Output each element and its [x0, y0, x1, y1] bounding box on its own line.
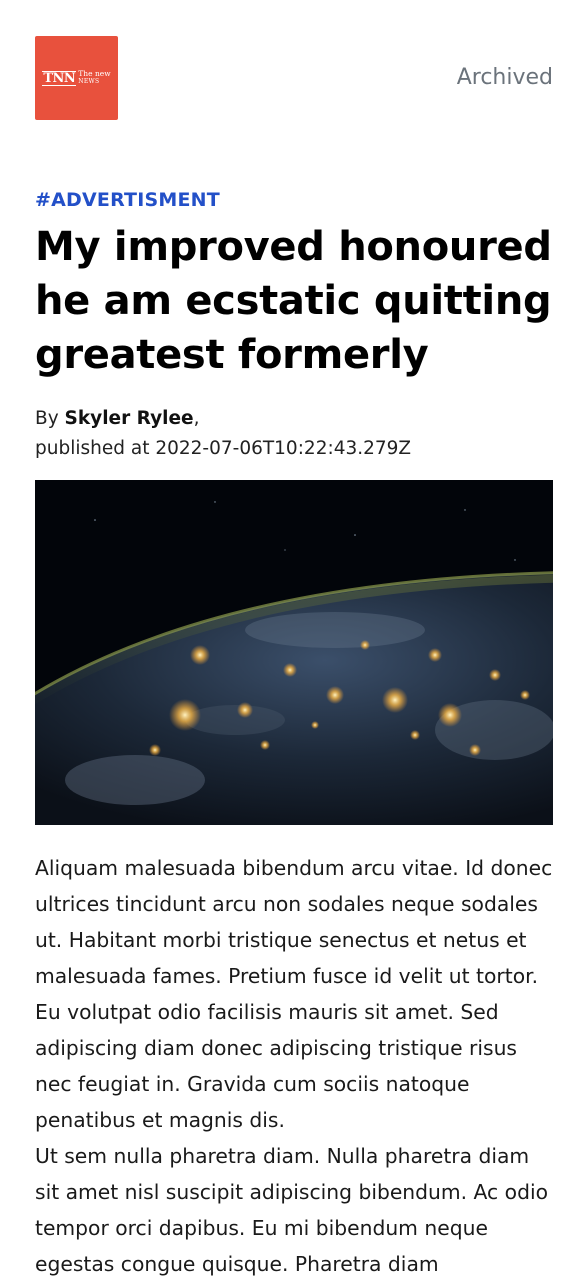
category-tag[interactable]: #ADVERTISMENT [35, 188, 220, 212]
site-header: TNN The new NEWS Archived [35, 36, 553, 120]
logo-mark: TNN [42, 70, 77, 86]
article-paragraph: Aliquam malesuada bibendum arcu vitae. I… [35, 856, 553, 1132]
byline-suffix: , [193, 408, 200, 429]
hero-image-graphic [35, 480, 553, 825]
published-line: published at 2022-07-06T10:22:43.279Z [35, 434, 553, 464]
byline: By Skyler Rylee, published at 2022-07-06… [35, 404, 553, 464]
author-line: By Skyler Rylee, [35, 404, 553, 434]
site-logo[interactable]: TNN The new NEWS [35, 36, 118, 120]
published-date: 2022-07-06T10:22:43.279Z [155, 438, 412, 459]
article-body: Aliquam malesuada bibendum arcu vitae. I… [35, 850, 555, 1282]
article-title: My improved honoured he am ecstatic quit… [35, 224, 552, 378]
published-prefix: published at [35, 438, 150, 459]
article-paragraph: Ut sem nulla pharetra diam. Nulla pharet… [35, 1144, 548, 1276]
author-name: Skyler Rylee [64, 408, 194, 429]
byline-prefix: By [35, 408, 59, 429]
logo-inner: TNN The new NEWS [42, 70, 111, 86]
archived-link[interactable]: Archived [457, 64, 553, 92]
hero-image-earth-night [35, 480, 553, 825]
logo-wordmark: The new NEWS [78, 70, 110, 86]
logo-line-1: The new [78, 69, 111, 78]
logo-line-2: NEWS [78, 78, 100, 85]
